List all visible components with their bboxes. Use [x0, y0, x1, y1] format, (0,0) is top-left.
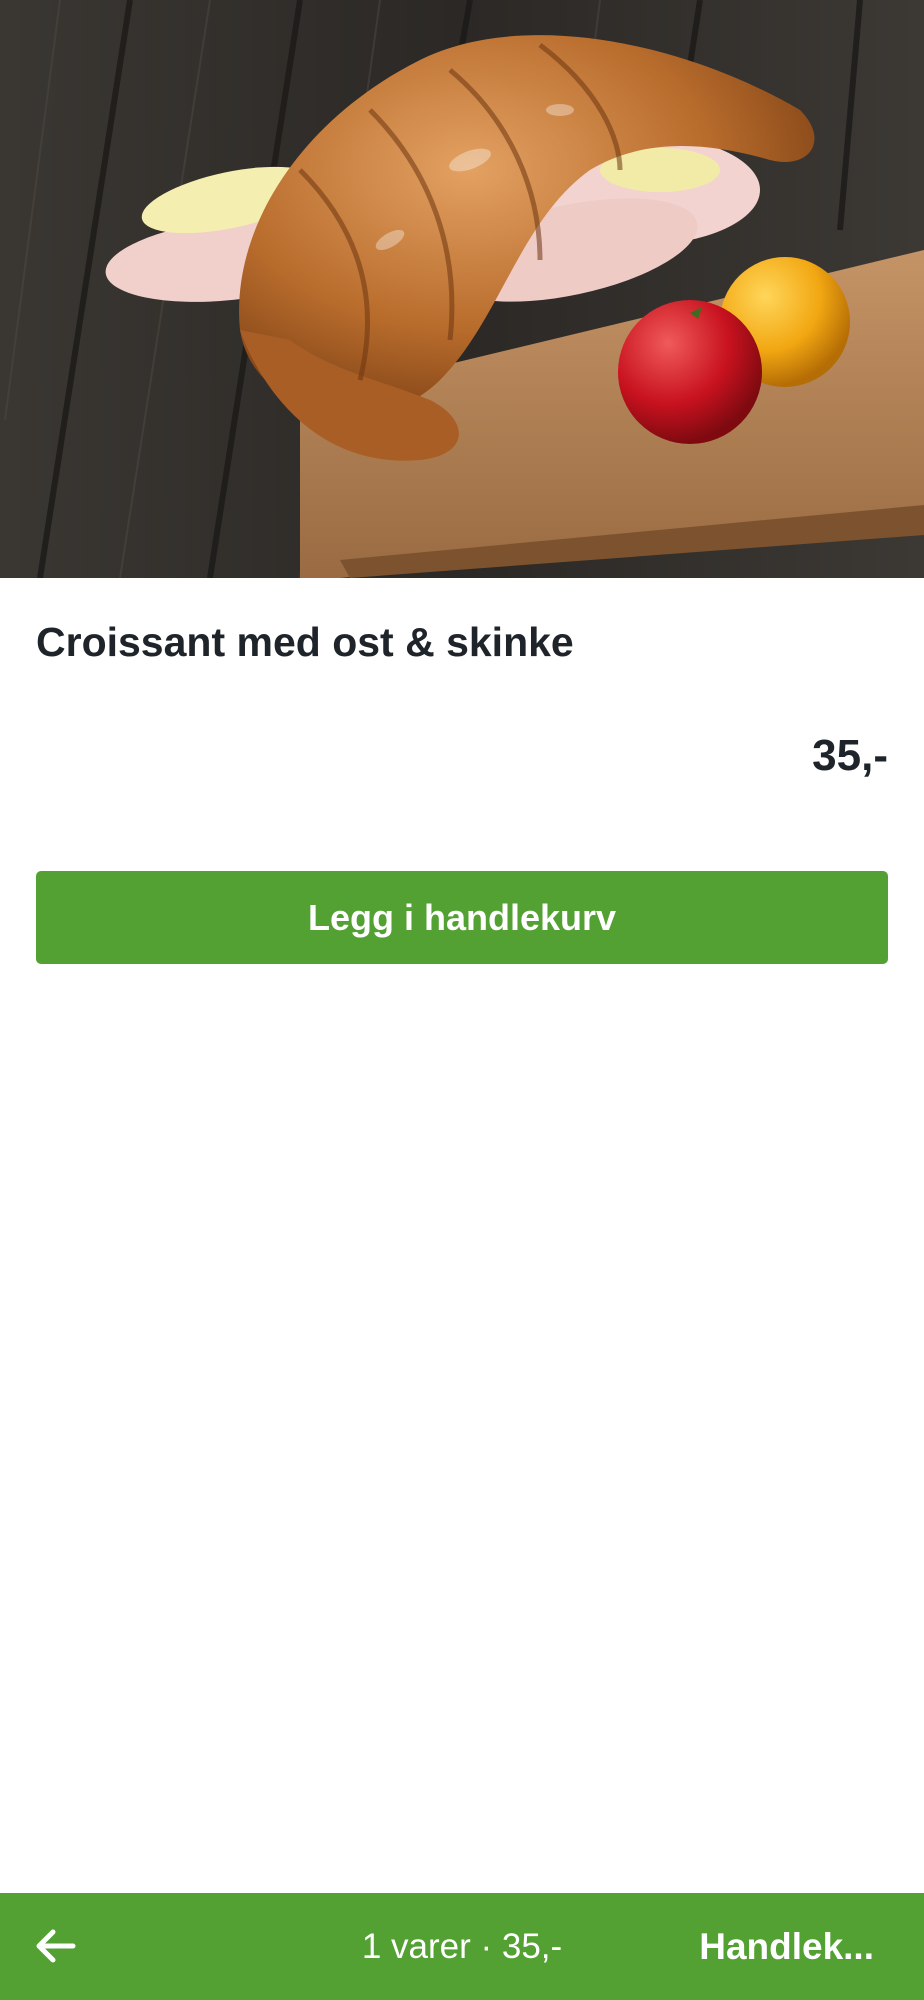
product-price: 35,- [812, 731, 888, 780]
back-button[interactable] [22, 1913, 88, 1979]
add-to-cart-button[interactable]: Legg i handlekurv [36, 871, 888, 964]
product-image [0, 0, 924, 578]
arrow-left-icon [36, 1929, 76, 1963]
product-title: Croissant med ost & skinke [36, 619, 574, 665]
cart-button[interactable]: Handlek... [699, 1893, 874, 2000]
add-to-cart-label: Legg i handlekurv [307, 896, 617, 938]
cart-total: 35,- [501, 1926, 563, 1966]
bottom-cart-bar: 1 varer · 35,- Handlek... [0, 1893, 924, 2000]
cart-separator: · [470, 1926, 502, 1966]
cart-item-count: 1 varer [361, 1926, 471, 1966]
